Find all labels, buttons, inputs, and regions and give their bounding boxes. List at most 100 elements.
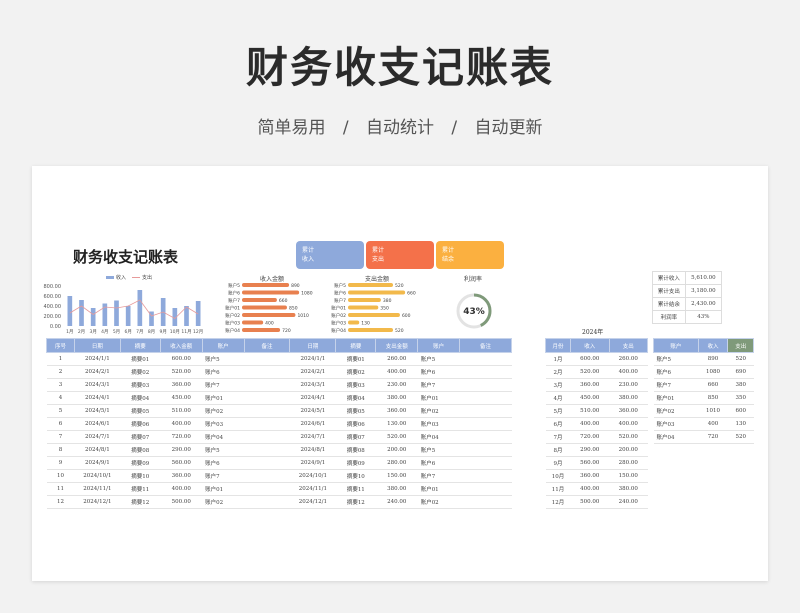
column-header: 备注 — [459, 338, 512, 353]
table-cell: 2024/10/1 — [289, 469, 336, 483]
table-cell: 280.00 — [375, 456, 418, 470]
table-cell: 2024/4/1 — [289, 391, 336, 405]
category-label: 账户01 — [331, 305, 346, 312]
table-cell: 2024/12/1 — [74, 495, 121, 509]
table-cell: 6月 — [545, 417, 571, 431]
account-bar — [348, 290, 406, 295]
table-cell: 账户5 — [202, 443, 245, 457]
table-cell: 510.00 — [160, 404, 203, 418]
table-cell: 2024/1/1 — [289, 352, 336, 366]
account-bar — [242, 298, 277, 302]
summary-value: 3,180.00 — [684, 284, 723, 298]
sheet-title: 财务收支记账表 — [73, 248, 179, 266]
table-cell — [244, 456, 290, 470]
table-cell: 520.00 — [570, 365, 609, 379]
feature-update: 自动更新 — [474, 118, 543, 138]
table-row: 11 2024/11/1 摘要11 400.00 账户01 2024/11/1 摘要11 38… — [46, 482, 512, 496]
table-cell: 6 — [46, 417, 75, 431]
column-header: 收入 — [570, 338, 610, 353]
table-cell: 380.00 — [609, 482, 648, 496]
column-header: 摘要 — [335, 338, 377, 353]
table-cell: 账户01 — [417, 391, 460, 405]
table-cell: 账户6 — [202, 456, 245, 470]
table-cell: 账户01 — [417, 482, 460, 496]
card-label: 累计 — [372, 247, 385, 254]
value-label: 890 — [291, 283, 300, 289]
table-row: 6 2024/6/1 摘要06 400.00 账户03 2024/6/1 摘要06 130.0… — [46, 417, 512, 431]
account-bar — [348, 328, 394, 332]
hero-title: 财务收支记账表 — [245, 43, 554, 92]
table-cell: 账户03 — [417, 417, 460, 431]
table-cell: 360.00 — [160, 378, 203, 392]
table-cell — [459, 443, 512, 457]
x-tick-label: 7月 — [136, 329, 143, 335]
table-row: 2月 520.00 400.00 — [545, 365, 648, 379]
table-cell: 2024/8/1 — [74, 443, 121, 457]
category-label: 账户03 — [225, 320, 240, 327]
column-header: 备注 — [243, 338, 291, 353]
account-bar — [242, 305, 287, 310]
account-bar — [242, 283, 290, 287]
table-cell: 150.00 — [609, 469, 648, 483]
table-cell: 2024/3/1 — [74, 378, 121, 392]
column-header: 日期 — [289, 338, 337, 353]
category-label: 账户7 — [334, 297, 346, 304]
table-cell: 账户02 — [653, 404, 699, 418]
category-label: 账户04 — [225, 327, 240, 334]
value-label: 1010 — [297, 313, 309, 319]
table-row: 7月 720.00 520.00 — [545, 430, 648, 444]
table-cell: 2024/11/1 — [289, 482, 336, 496]
table-cell: 150.00 — [375, 469, 418, 483]
table-cell — [459, 456, 512, 470]
table-cell — [244, 469, 290, 483]
legend-swatch-income — [106, 276, 114, 279]
table-cell: 账户04 — [417, 430, 460, 444]
table-cell: 9月 — [545, 456, 571, 470]
column-header: 账户 — [201, 338, 245, 353]
table-cell: 10月 — [545, 469, 571, 483]
category-label: 账户02 — [331, 312, 346, 319]
card-total-expense: 累计 支出 — [366, 241, 434, 269]
table-row: 账户03 400 130 — [653, 417, 754, 431]
table-cell: 850 — [698, 391, 728, 405]
table-cell: 2024/12/1 — [289, 495, 336, 509]
table-cell: 400.00 — [160, 482, 203, 496]
table-cell: 520 — [727, 430, 754, 444]
table-cell: 500.00 — [570, 495, 609, 509]
separator: / — [342, 118, 349, 138]
table-cell: 摘要09 — [120, 456, 161, 470]
table-cell: 520.00 — [160, 365, 203, 379]
expense-by-account-chart: 账户5 520 账户6 660 账户7 380 账户01 350 账户02 600 账户03 130 账… — [331, 282, 416, 334]
table-cell: 8月 — [545, 443, 571, 457]
table-cell: 账户01 — [653, 391, 699, 405]
account-bar — [348, 298, 381, 302]
table-row: 1 2024/1/1 摘要01 600.00 账户5 2024/1/1 摘要01 260.00… — [46, 352, 512, 366]
table-cell: 7 — [46, 430, 75, 444]
table-cell: 账户02 — [417, 404, 460, 418]
table-cell: 2024/10/1 — [74, 469, 121, 483]
table-cell — [459, 469, 512, 483]
table-cell: 2024/5/1 — [74, 404, 121, 418]
table-cell — [244, 482, 290, 496]
table-cell: 400.00 — [609, 417, 648, 431]
card-total-income: 累计 收入 — [296, 241, 364, 269]
account-bar — [242, 320, 264, 325]
table-cell: 400.00 — [160, 417, 203, 431]
table-cell: 2024/11/1 — [74, 482, 121, 496]
table-cell: 摘要05 — [335, 404, 376, 418]
account-bar — [348, 283, 394, 287]
column-header: 收入金额 — [159, 338, 203, 353]
table-cell: 账户7 — [202, 469, 245, 483]
value-label: 720 — [282, 328, 291, 334]
y-tick-label: 0.00 — [50, 324, 61, 330]
table-cell: 摘要01 — [120, 352, 161, 366]
table-cell: 130 — [727, 417, 754, 431]
table-row: 3 2024/3/1 摘要03 360.00 账户7 2024/3/1 摘要03 230.00… — [46, 378, 512, 392]
category-label: 账户5 — [228, 282, 240, 289]
table-cell: 230.00 — [375, 378, 418, 392]
x-tick-label: 10月 — [170, 329, 180, 335]
profit-rate-donut: 43% — [456, 293, 492, 329]
table-row: 12 2024/12/1 摘要12 500.00 账户02 2024/12/1 摘要12 24… — [46, 495, 512, 509]
card-label: 支出 — [372, 256, 385, 263]
column-header: 摘要 — [119, 338, 161, 353]
